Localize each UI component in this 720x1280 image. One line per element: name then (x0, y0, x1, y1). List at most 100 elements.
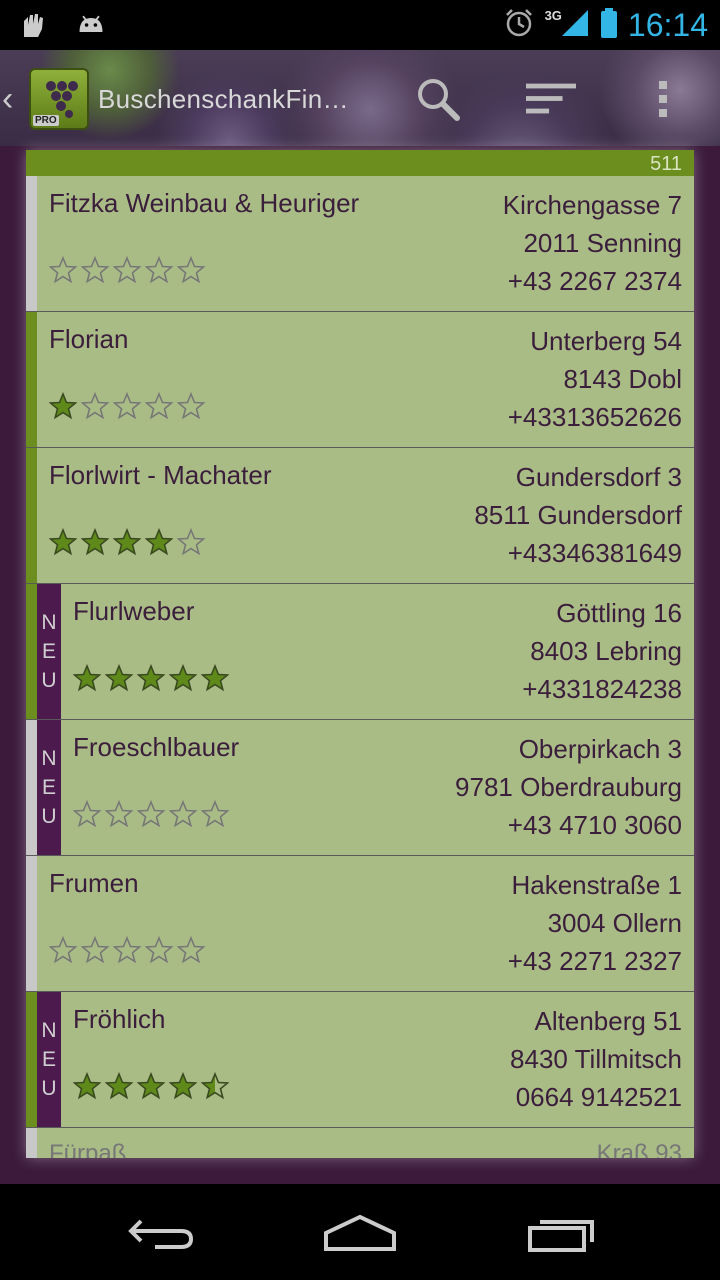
place-name: Froeschlbauer (73, 732, 240, 762)
search-icon[interactable] (413, 74, 463, 124)
recent-apps-icon[interactable] (522, 1208, 602, 1258)
place-name: Florian (49, 324, 129, 354)
new-badge-letter: N (41, 747, 57, 770)
address-block: Kirchengasse 7 2011 Senning +43 2267 2374 (503, 186, 682, 300)
star-icon (169, 1072, 197, 1100)
star-icon (49, 256, 77, 284)
street-address: Altenberg 51 (534, 1006, 682, 1036)
partial-name: Fürpaß (49, 1140, 127, 1158)
star-icon (49, 392, 77, 420)
city: 8143 Dobl (563, 364, 682, 394)
new-badge-letter: E (41, 640, 56, 663)
address-block: Gundersdorf 3 8511 Gundersdorf +4334638164… (474, 458, 682, 572)
row-stripe (26, 720, 37, 855)
result-list[interactable]: 511 Fitzka Weinbau & Heuriger Kirchengass… (26, 150, 694, 1158)
network-type: 3G (544, 7, 562, 23)
star-icon (73, 1072, 101, 1100)
star-icon (49, 936, 77, 964)
hand-icon (18, 10, 48, 40)
star-icon (169, 664, 197, 692)
address-block: Unterberg 54 8143 Dobl +43313652626 (508, 322, 682, 436)
list-item[interactable]: N E U Flurlweber Göttling 16 8403 Lebring +433… (26, 584, 694, 720)
new-badge-letter: E (41, 776, 56, 799)
star-icon (177, 392, 205, 420)
star-icon (201, 1072, 229, 1100)
star-icon (145, 256, 173, 284)
street-address: Hakenstraße 1 (511, 870, 682, 900)
street-address: Göttling 16 (556, 598, 682, 628)
star-icon (73, 800, 101, 828)
row-stripe (26, 992, 37, 1127)
star-rating (49, 256, 205, 284)
overflow-menu-icon[interactable] (638, 74, 688, 124)
phone-number[interactable]: +43346381649 (474, 534, 682, 572)
star-icon (81, 528, 109, 556)
star-icon (81, 392, 109, 420)
star-icon (113, 392, 141, 420)
sort-icon[interactable] (526, 74, 576, 124)
new-badge: NEU (37, 584, 61, 719)
star-icon (113, 528, 141, 556)
list-item[interactable]: N E U Froeschlbauer Oberpirkach 3 9781 Oberdr… (26, 720, 694, 856)
result-count: 511 (26, 150, 694, 176)
phone-number[interactable]: +43 2267 2374 (503, 262, 682, 300)
app-logo[interactable]: PRO (29, 68, 89, 130)
star-icon (137, 664, 165, 692)
star-icon (145, 936, 173, 964)
city: 2011 Senning (523, 228, 682, 258)
battery-icon (600, 7, 618, 44)
home-icon[interactable] (320, 1208, 400, 1258)
list-item[interactable]: Frumen Hakenstraße 1 3004 Ollern +43 2271 2… (26, 856, 694, 992)
list-item-partial[interactable]: Fürpaß Kraß 93 (26, 1128, 694, 1158)
row-stripe (26, 312, 37, 447)
address-block: Oberpirkach 3 9781 Oberdrauburg +43 4710 3… (455, 730, 682, 844)
star-icon (73, 664, 101, 692)
star-rating (49, 392, 205, 420)
star-icon (113, 256, 141, 284)
alarm-icon (503, 7, 535, 44)
pro-badge: PRO (33, 115, 59, 126)
place-name: Flurlweber (73, 596, 195, 626)
phone-number[interactable]: +43 4710 3060 (455, 806, 682, 844)
up-caret-icon[interactable]: ‹ (2, 80, 13, 119)
street-address: Oberpirkach 3 (518, 734, 682, 764)
address-block: Hakenstraße 1 3004 Ollern +43 2271 2327 (508, 866, 682, 980)
phone-number[interactable]: +43 2271 2327 (508, 942, 682, 980)
phone-number[interactable]: +43313652626 (508, 398, 682, 436)
list-item[interactable]: N E U Fröhlich Altenberg 51 8430 Tillmitsch 06… (26, 992, 694, 1128)
star-icon (169, 800, 197, 828)
new-badge: NEU (37, 720, 61, 855)
star-icon (145, 392, 173, 420)
signal-icon (560, 8, 590, 43)
star-icon (49, 528, 77, 556)
street-address: Kirchengasse 7 (502, 190, 682, 220)
row-stripe (26, 856, 37, 991)
list-item[interactable]: Fitzka Weinbau & Heuriger Kirchengasse 7 2… (26, 176, 694, 312)
address-block: Altenberg 51 8430 Tillmitsch 0664 9142521 (510, 1002, 682, 1116)
row-stripe (26, 448, 37, 583)
row-stripe (26, 584, 37, 719)
star-rating (49, 528, 205, 556)
star-rating (73, 800, 229, 828)
star-icon (105, 664, 133, 692)
star-icon (201, 800, 229, 828)
star-rating (73, 1072, 229, 1100)
place-name: Florlwirt - Machater (49, 460, 272, 490)
address-block: Göttling 16 8403 Lebring +4331824238 (522, 594, 682, 708)
new-badge-letter: E (41, 1048, 56, 1071)
back-icon[interactable] (120, 1208, 200, 1258)
phone-number[interactable]: +4331824238 (522, 670, 682, 708)
place-name: Fröhlich (73, 1004, 166, 1034)
row-stripe (26, 1128, 37, 1158)
star-icon (105, 800, 133, 828)
star-icon (201, 664, 229, 692)
star-icon (145, 528, 173, 556)
android-icon (76, 10, 106, 40)
row-stripe (26, 176, 37, 311)
phone-number[interactable]: 0664 9142521 (510, 1078, 682, 1116)
list-item[interactable]: Florian Unterberg 54 8143 Dobl +43313652626 (26, 312, 694, 448)
action-bar: ‹ PRO BuschenschankFin… (0, 50, 720, 146)
new-badge: NEU (37, 992, 61, 1127)
star-icon (81, 256, 109, 284)
list-item[interactable]: Florlwirt - Machater Gundersdorf 3 8511 Gu… (26, 448, 694, 584)
